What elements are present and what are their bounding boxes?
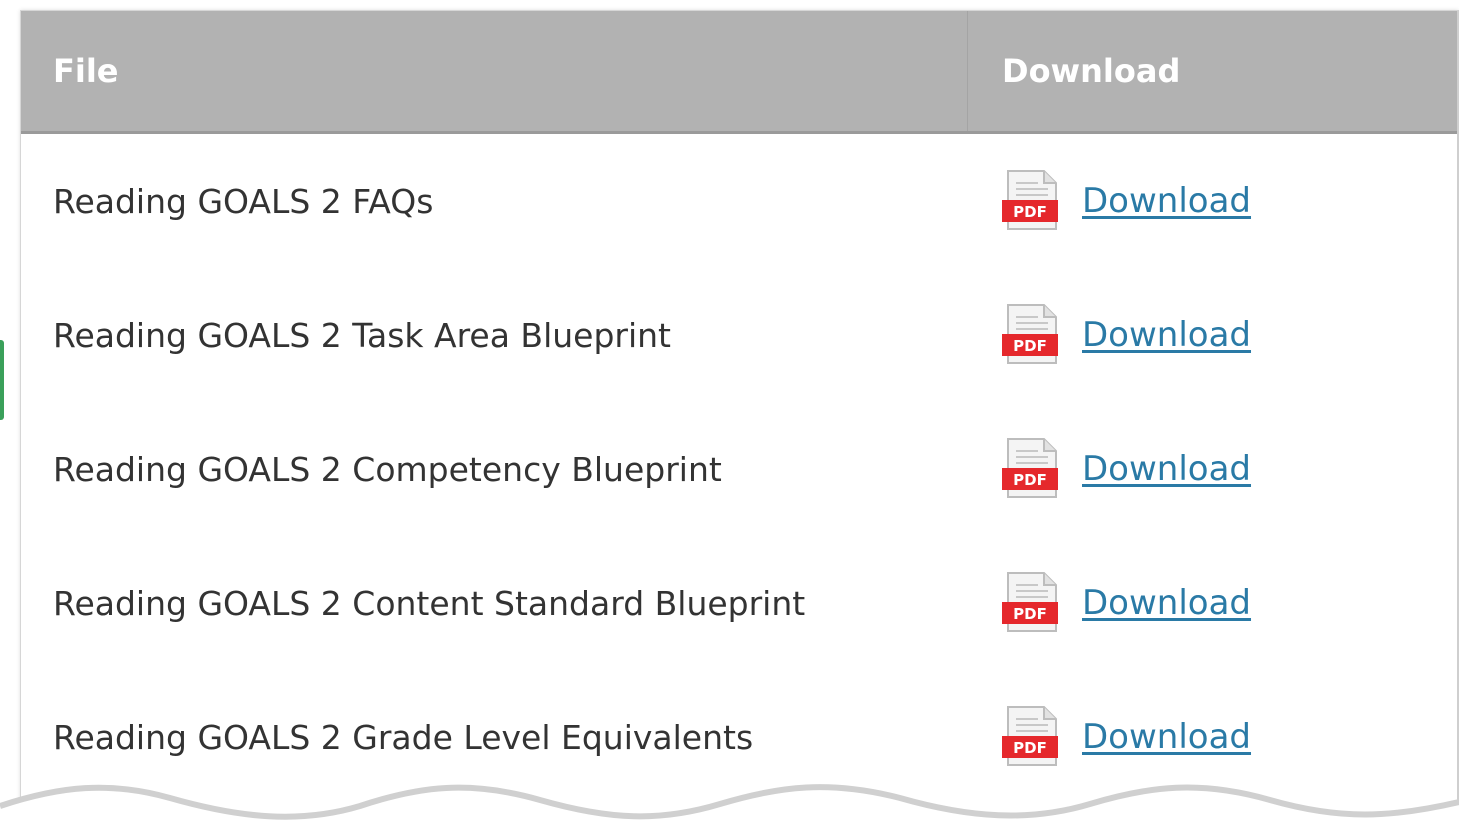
download-link[interactable]: Download xyxy=(1082,315,1251,355)
download-link[interactable]: Download xyxy=(1082,449,1251,489)
pdf-file-icon: PDF xyxy=(1002,706,1058,766)
pdf-file-icon: PDF xyxy=(1002,304,1058,364)
downloads-table: File Download Reading GOALS 2 FAQs PDF D… xyxy=(20,10,1459,832)
torn-edge-decoration xyxy=(0,784,1459,836)
pdf-badge-text: PDF xyxy=(1013,337,1047,355)
download-cell: PDF Download xyxy=(968,169,1457,233)
table-row: Reading GOALS 2 Content Standard Bluepri… xyxy=(21,536,1457,670)
pdf-file-icon: PDF xyxy=(1002,438,1058,498)
left-edge-accent xyxy=(0,340,4,420)
pdf-badge-text: PDF xyxy=(1013,605,1047,623)
file-name: Reading GOALS 2 Competency Blueprint xyxy=(53,449,722,489)
table-header: File Download xyxy=(21,11,1457,134)
table-body: Reading GOALS 2 FAQs PDF Download Readin… xyxy=(21,134,1457,804)
pdf-badge-text: PDF xyxy=(1013,471,1047,489)
table-row: Reading GOALS 2 Competency Blueprint PDF… xyxy=(21,402,1457,536)
column-header-file: File xyxy=(21,11,968,131)
screenshot-stage: File Download Reading GOALS 2 FAQs PDF D… xyxy=(0,0,1459,836)
download-cell: PDF Download xyxy=(968,571,1457,635)
download-cell: PDF Download xyxy=(968,303,1457,367)
column-header-download: Download xyxy=(1002,52,1181,90)
pdf-badge-text: PDF xyxy=(1013,203,1047,221)
file-name: Reading GOALS 2 FAQs xyxy=(53,181,434,221)
pdf-badge-text: PDF xyxy=(1013,739,1047,757)
download-link[interactable]: Download xyxy=(1082,717,1251,757)
download-cell: PDF Download xyxy=(968,705,1457,769)
pdf-file-icon: PDF xyxy=(1002,572,1058,632)
pdf-file-icon: PDF xyxy=(1002,170,1058,230)
table-row: Reading GOALS 2 FAQs PDF Download xyxy=(21,134,1457,268)
table-row: Reading GOALS 2 Task Area Blueprint PDF … xyxy=(21,268,1457,402)
file-name: Reading GOALS 2 Task Area Blueprint xyxy=(53,315,671,355)
file-name: Reading GOALS 2 Grade Level Equivalents xyxy=(53,717,754,757)
download-link[interactable]: Download xyxy=(1082,181,1251,221)
file-name: Reading GOALS 2 Content Standard Bluepri… xyxy=(53,583,806,623)
download-cell: PDF Download xyxy=(968,437,1457,501)
download-link[interactable]: Download xyxy=(1082,583,1251,623)
